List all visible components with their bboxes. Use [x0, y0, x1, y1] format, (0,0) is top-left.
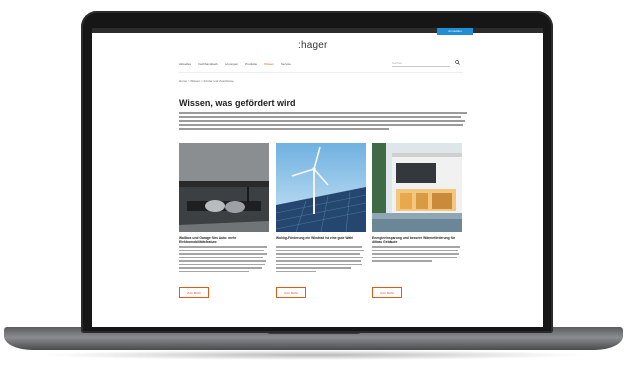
card-text: [372, 246, 462, 264]
main-nav: Aktuelles Fachhandwerk Lösungen Produkte…: [179, 61, 291, 67]
card-text: [276, 246, 366, 274]
nav-item-fachhandwerk[interactable]: Fachhandwerk: [198, 61, 218, 67]
card-button[interactable]: Zum BAfA: [179, 287, 209, 298]
nav-item-service[interactable]: Service: [281, 61, 291, 67]
card-text: [179, 246, 269, 274]
card-button[interactable]: Zum BAfA: [372, 287, 402, 298]
card-image-carport[interactable]: [179, 143, 269, 232]
nav-item-wissen[interactable]: Wissen: [264, 61, 274, 67]
site-topbar: [92, 28, 543, 33]
card-title[interactable]: Energieeinsparung und bessere Wärmeförde…: [372, 236, 462, 244]
search-input[interactable]: Suchen: [392, 61, 450, 67]
nav-item-loesungen[interactable]: Lösungen: [225, 61, 238, 67]
nav-item-aktuelles[interactable]: Aktuelles: [179, 61, 191, 67]
hager-logo[interactable]: :hager: [298, 40, 328, 51]
search-icon[interactable]: [455, 60, 460, 65]
laptop-screen: Anmelden :hager Aktuelles Fachhandwerk L…: [92, 28, 543, 327]
breadcrumb[interactable]: Home > Wissen > Förder und Zuschüsse: [179, 79, 234, 83]
nav-divider: [179, 72, 463, 73]
nav-item-produkte[interactable]: Produkte: [245, 61, 257, 67]
card-image-wind-turbine[interactable]: [276, 143, 366, 232]
page-title: Wissen, was gefördert wird: [179, 98, 296, 108]
card-button[interactable]: Zum BAfA: [276, 287, 306, 298]
card-image-house[interactable]: [372, 143, 462, 232]
laptop-shadow: [40, 350, 588, 360]
intro-text: [179, 112, 467, 132]
login-button[interactable]: Anmelden: [437, 28, 473, 35]
card-title[interactable]: Wallbox und Garage fürs Auto: mehr Elekt…: [179, 236, 269, 244]
card-title[interactable]: Wohlig-Förderung ein Windrad ist eine gu…: [276, 236, 366, 240]
